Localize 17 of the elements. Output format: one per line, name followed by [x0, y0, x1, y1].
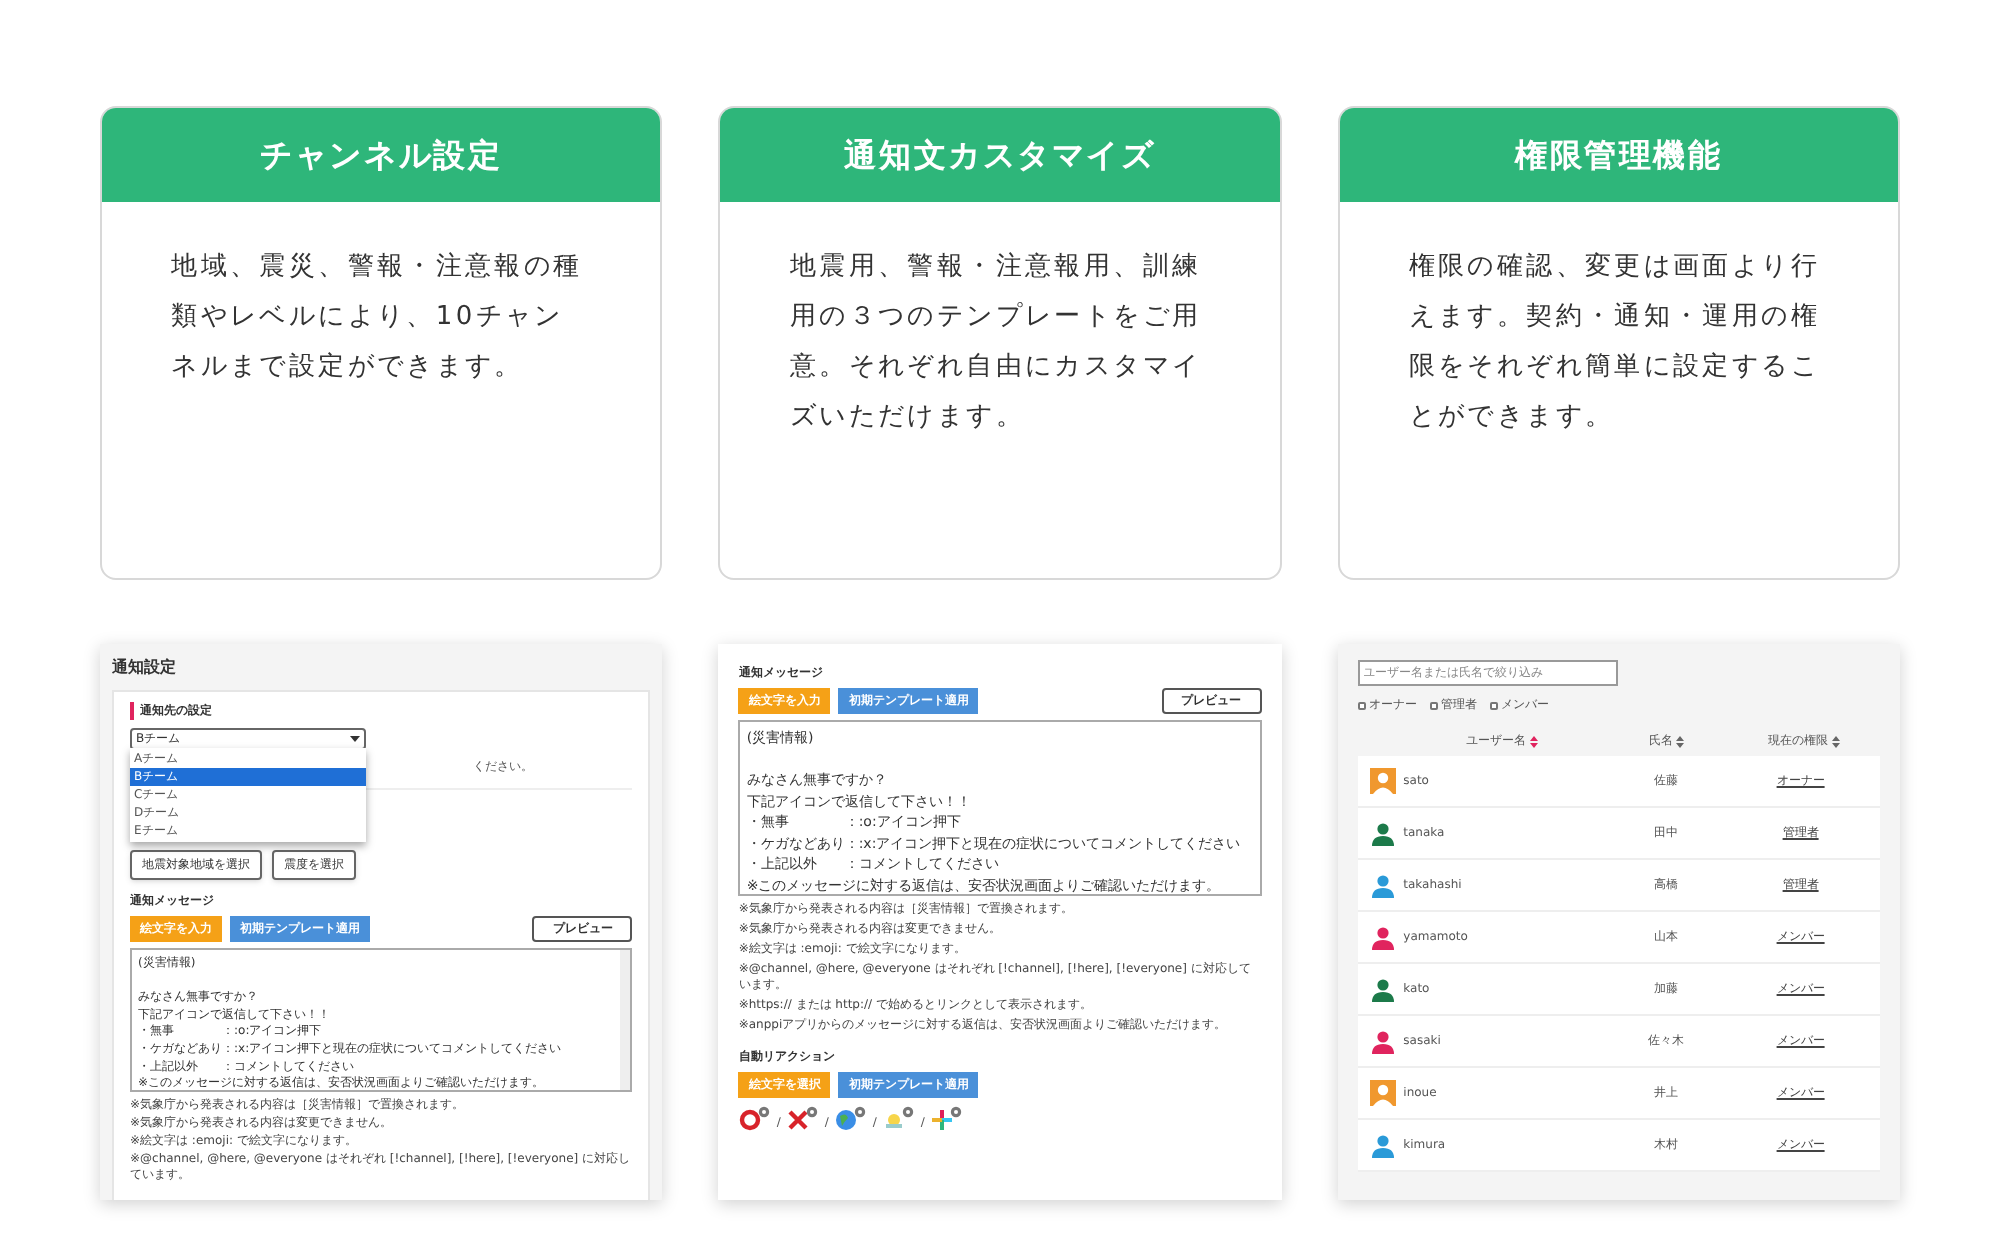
sun-emoji-icon [882, 1106, 915, 1132]
cross-emoji-icon [786, 1106, 819, 1132]
filter-checkbox[interactable] [1489, 701, 1498, 709]
card-title: 権限管理機能 [1339, 108, 1898, 202]
card-title: チャンネル設定 [102, 108, 661, 202]
scrollbar [620, 950, 631, 1090]
circle-emoji-icon [738, 1106, 771, 1132]
card-title: 通知文カスタマイズ [720, 108, 1280, 202]
card-description: 権限の確認、変更は画面より行えます。契約・通知・運用の権限をそれぞれ簡単に設定することができます。 [1408, 250, 1822, 436]
card-description: 地震用、警報・注意報用、訓練用の３つのテンプレートをご用意。それぞれ自由にカスタマイズいただけます。 [789, 250, 1204, 436]
filter-checkbox[interactable] [1357, 701, 1366, 709]
caret-icon [350, 736, 360, 742]
screen-title: 通知設定 [112, 656, 178, 680]
globe-emoji-icon [834, 1106, 867, 1132]
card-description: 地域、震災、警報・注意報の種類やレベルにより、10チャンネルまで設定ができます。 [171, 250, 585, 386]
pinwheel-emoji-icon [930, 1106, 963, 1132]
filter-checkbox[interactable] [1429, 701, 1438, 709]
